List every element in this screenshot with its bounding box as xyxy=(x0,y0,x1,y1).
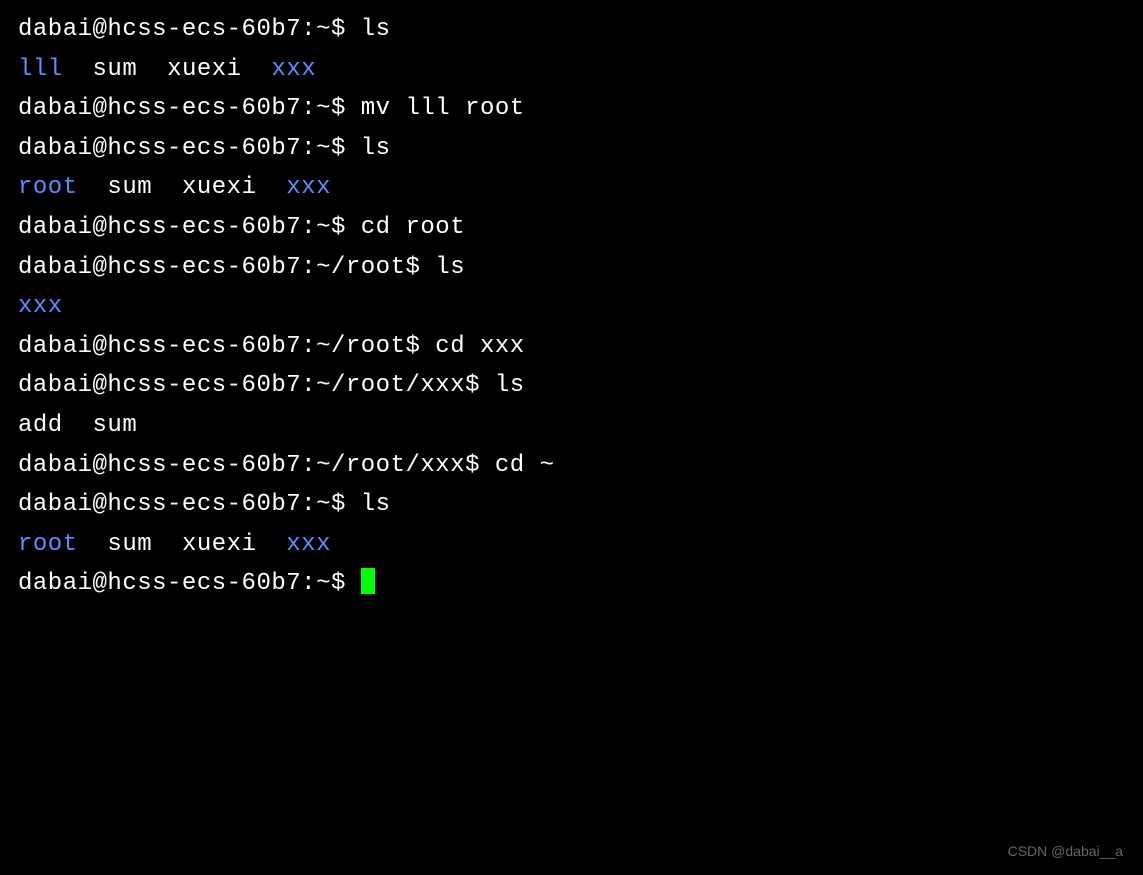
directory-entry: xxx xyxy=(286,174,331,201)
terminal-window[interactable]: dabai@hcss-ecs-60b7:~$ ls lll sum xuexi … xyxy=(18,10,1125,604)
prompt-line-1: dabai@hcss-ecs-60b7:~$ ls xyxy=(18,10,1125,50)
file-entry: sum xyxy=(107,531,152,558)
file-entry: sum xyxy=(93,56,138,83)
command-input: ls xyxy=(361,491,391,518)
command-input: ls xyxy=(435,254,465,281)
command-input: mv lll root xyxy=(361,95,525,122)
file-entry: xuexi xyxy=(182,174,257,201)
ls-output-3: xxx xyxy=(18,287,1125,327)
prompt-line-5: dabai@hcss-ecs-60b7:~/root$ ls xyxy=(18,248,1125,288)
directory-entry: xxx xyxy=(271,56,316,83)
command-input: cd xxx xyxy=(435,333,524,360)
prompt-line-4: dabai@hcss-ecs-60b7:~$ cd root xyxy=(18,208,1125,248)
directory-entry: root xyxy=(18,531,78,558)
cursor-icon[interactable] xyxy=(361,568,375,594)
prompt-dollar: $ xyxy=(331,16,361,43)
command-input: cd root xyxy=(361,214,465,241)
directory-entry: xxx xyxy=(286,531,331,558)
file-entry: add sum xyxy=(18,412,137,439)
ls-output-5: root sum xuexi xxx xyxy=(18,525,1125,565)
prompt-user: dabai xyxy=(18,16,93,43)
prompt-host: hcss-ecs-60b7 xyxy=(107,16,301,43)
file-entry: sum xyxy=(107,174,152,201)
ls-output-2: root sum xuexi xxx xyxy=(18,168,1125,208)
directory-entry: root xyxy=(18,174,78,201)
prompt-line-6: dabai@hcss-ecs-60b7:~/root$ cd xxx xyxy=(18,327,1125,367)
directory-entry: xxx xyxy=(18,293,63,320)
command-input: cd ~ xyxy=(495,452,555,479)
command-input: ls xyxy=(495,372,525,399)
file-entry: xuexi xyxy=(167,56,242,83)
ls-output-1: lll sum xuexi xxx xyxy=(18,50,1125,90)
prompt-line-current: dabai@hcss-ecs-60b7:~$ xyxy=(18,564,1125,604)
ls-output-4: add sum xyxy=(18,406,1125,446)
prompt-line-8: dabai@hcss-ecs-60b7:~/root/xxx$ cd ~ xyxy=(18,446,1125,486)
directory-entry: lll xyxy=(18,56,63,83)
prompt-line-3: dabai@hcss-ecs-60b7:~$ ls xyxy=(18,129,1125,169)
watermark-text: CSDN @dabai__a xyxy=(1008,840,1123,863)
prompt-line-7: dabai@hcss-ecs-60b7:~/root/xxx$ ls xyxy=(18,366,1125,406)
prompt-path: ~ xyxy=(316,16,331,43)
command-input: ls xyxy=(361,135,391,162)
file-entry: xuexi xyxy=(182,531,257,558)
command-input: ls xyxy=(361,16,391,43)
prompt-line-9: dabai@hcss-ecs-60b7:~$ ls xyxy=(18,485,1125,525)
prompt-line-2: dabai@hcss-ecs-60b7:~$ mv lll root xyxy=(18,89,1125,129)
